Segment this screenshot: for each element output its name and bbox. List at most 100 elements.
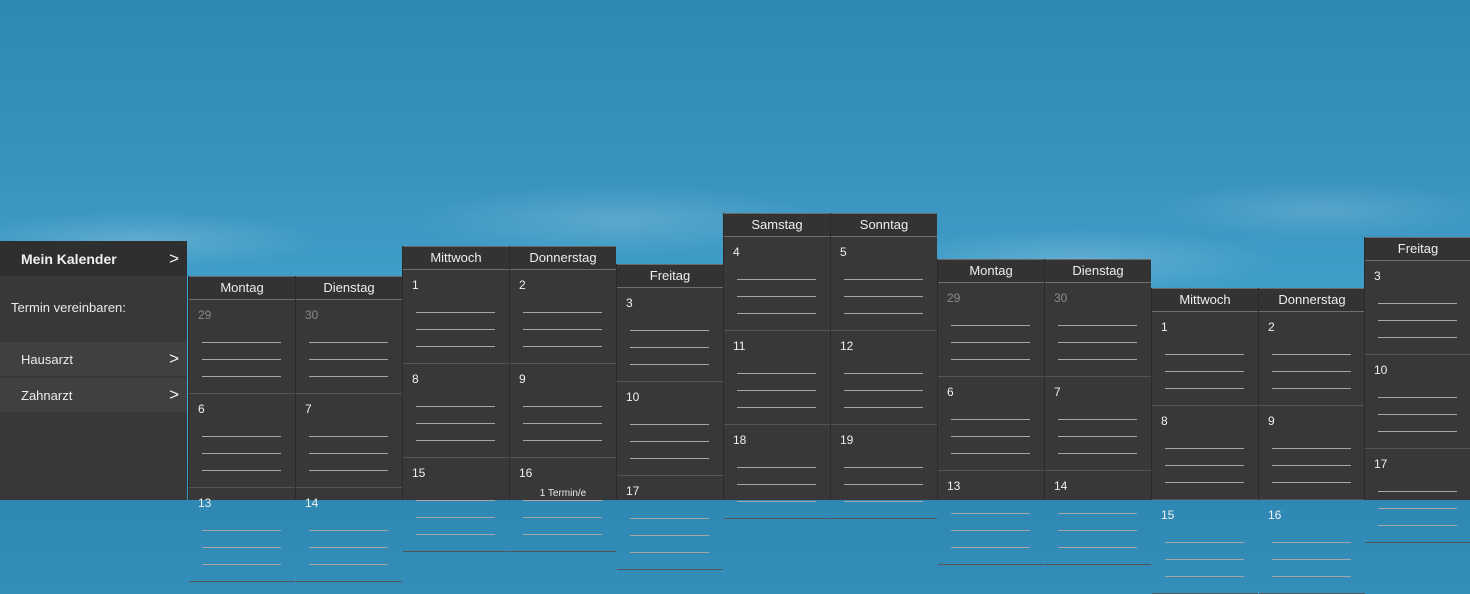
entry-line [844, 390, 923, 391]
entry-line [416, 500, 495, 501]
day-cell[interactable]: 16 [1259, 500, 1365, 594]
day-column-sonntag: Sonntag 5 12 19 [830, 213, 937, 519]
entry-line [1378, 525, 1457, 526]
entry-line [1272, 448, 1351, 449]
entry-line [523, 517, 602, 518]
day-cell[interactable]: 11 [724, 331, 830, 425]
entry-line [309, 453, 388, 454]
weekday-header: Mittwoch [1152, 288, 1258, 312]
day-number: 10 [1374, 363, 1388, 377]
sidebar: Mein Kalender > Termin vereinbaren: Haus… [0, 241, 187, 500]
day-cell[interactable]: 17 [1365, 449, 1470, 543]
entry-line [202, 342, 281, 343]
day-cell[interactable]: 8 [403, 364, 509, 458]
entry-line [1165, 354, 1244, 355]
entry-line [1058, 453, 1137, 454]
day-column-mittwoch: Mittwoch 1 8 15 [1151, 288, 1258, 594]
day-cell[interactable]: 1 [1152, 312, 1258, 406]
entry-line [951, 547, 1030, 548]
day-cell[interactable]: 19 [831, 425, 937, 519]
entry-line [1058, 436, 1137, 437]
day-cell[interactable]: 29 [938, 283, 1044, 377]
day-number: 17 [1374, 457, 1388, 471]
day-cell[interactable]: 5 [831, 237, 937, 331]
day-cell[interactable]: 10 [1365, 355, 1470, 449]
entry-line [630, 552, 709, 553]
day-cell[interactable]: 17 [617, 476, 723, 570]
day-cell[interactable]: 10 [617, 382, 723, 476]
day-cell[interactable]: 13 [938, 471, 1044, 565]
day-cell[interactable]: 15 [1152, 500, 1258, 594]
entry-line [523, 406, 602, 407]
entry-line [951, 530, 1030, 531]
day-cell[interactable]: 2 [1259, 312, 1365, 406]
day-cell[interactable]: 6 [189, 394, 295, 488]
day-number: 15 [1161, 508, 1175, 522]
day-cell[interactable]: 4 [724, 237, 830, 331]
day-cell[interactable]: 7 [1045, 377, 1151, 471]
entry-line [737, 313, 816, 314]
day-cell[interactable]: 13 [189, 488, 295, 582]
day-cell[interactable]: 18 [724, 425, 830, 519]
day-number: 30 [1054, 291, 1068, 305]
day-cell[interactable]: 12 [831, 331, 937, 425]
entry-line [1165, 482, 1244, 483]
sidebar-item-label: Zahnarzt [21, 387, 73, 403]
entry-line [202, 530, 281, 531]
day-cell[interactable]: 30 [1045, 283, 1151, 377]
weekday-header: Dienstag [296, 276, 402, 300]
entry-line [737, 296, 816, 297]
weekday-header: Samstag [724, 213, 830, 237]
entry-line [309, 359, 388, 360]
entry-line [737, 501, 816, 502]
day-number: 11 [733, 339, 746, 353]
day-cell[interactable]: 3 [1365, 261, 1470, 355]
day-cell[interactable]: 14 [296, 488, 402, 582]
day-cell[interactable]: 15 [403, 458, 509, 552]
day-cell[interactable]: 1 [403, 270, 509, 364]
entry-line [202, 359, 281, 360]
my-calendar-header[interactable]: Mein Kalender > [0, 241, 187, 276]
entry-line [844, 279, 923, 280]
entry-line [951, 453, 1030, 454]
day-cell[interactable]: 8 [1152, 406, 1258, 500]
entry-line [416, 517, 495, 518]
day-cell[interactable]: 9 [510, 364, 616, 458]
entry-line [1272, 482, 1351, 483]
entry-line [416, 406, 495, 407]
entry-line [1378, 397, 1457, 398]
sidebar-item-zahnarzt[interactable]: Zahnarzt > [0, 378, 187, 412]
day-cell[interactable]: 7 [296, 394, 402, 488]
day-number: 29 [947, 291, 961, 305]
day-cell[interactable]: 9 [1259, 406, 1365, 500]
day-cell[interactable]: 6 [938, 377, 1044, 471]
entry-line [1272, 542, 1351, 543]
entry-line [416, 440, 495, 441]
day-number: 19 [840, 433, 854, 447]
entry-line [416, 423, 495, 424]
appointment-count: 1 Termin/e [539, 488, 587, 499]
day-cell[interactable]: 2 [510, 270, 616, 364]
sidebar-item-hausarzt[interactable]: Hausarzt > [0, 342, 187, 376]
entry-line [309, 470, 388, 471]
chevron-right-icon: > [169, 349, 179, 368]
day-number: 7 [305, 402, 312, 416]
day-cell[interactable]: 16 1 Termin/e [510, 458, 616, 552]
day-number: 18 [733, 433, 747, 447]
entry-line [202, 436, 281, 437]
day-cell[interactable]: 29 [189, 300, 295, 394]
entry-line [844, 373, 923, 374]
weekday-header: Montag [189, 276, 295, 300]
entry-line [737, 390, 816, 391]
entry-line [1058, 359, 1137, 360]
entry-line [1272, 465, 1351, 466]
day-number: 3 [1374, 269, 1381, 283]
entry-line [737, 484, 816, 485]
entry-line [951, 419, 1030, 420]
day-cell[interactable]: 30 [296, 300, 402, 394]
day-cell[interactable]: 14 [1045, 471, 1151, 565]
day-cell[interactable]: 3 [617, 288, 723, 382]
weekday-header: Dienstag [1045, 259, 1151, 283]
entry-line [1272, 576, 1351, 577]
entry-line [844, 407, 923, 408]
